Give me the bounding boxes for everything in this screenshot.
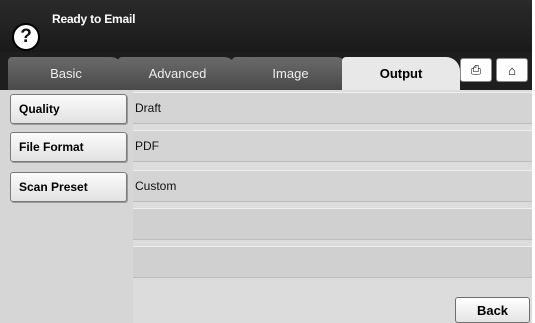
file-format-button[interactable]: File Format bbox=[10, 132, 127, 162]
tab-basic[interactable]: Basic bbox=[8, 57, 125, 90]
status-title: Ready to Email bbox=[52, 12, 136, 26]
file-format-value: PDF bbox=[133, 130, 535, 162]
quality-button[interactable]: Quality bbox=[10, 94, 127, 124]
tab-advanced[interactable]: Advanced bbox=[118, 57, 238, 90]
help-icon[interactable]: ? bbox=[12, 23, 40, 51]
job-status-icon[interactable]: ⎙ bbox=[460, 58, 492, 82]
back-button[interactable]: Back bbox=[455, 297, 530, 323]
empty-value-row bbox=[133, 208, 535, 240]
tab-image[interactable]: Image bbox=[232, 57, 350, 90]
title-bar: ? Ready to Email bbox=[0, 0, 535, 52]
scan-preset-button[interactable]: Scan Preset bbox=[10, 172, 127, 202]
email-output-screen: ? Ready to Email Basic Advanced Image Ou… bbox=[0, 0, 535, 323]
home-icon[interactable]: ⌂ bbox=[496, 58, 528, 82]
option-column bbox=[0, 90, 133, 323]
scan-preset-value: Custom bbox=[133, 170, 535, 202]
tab-output[interactable]: Output bbox=[342, 57, 460, 90]
empty-value-row bbox=[133, 246, 535, 278]
quality-value: Draft bbox=[133, 92, 535, 124]
